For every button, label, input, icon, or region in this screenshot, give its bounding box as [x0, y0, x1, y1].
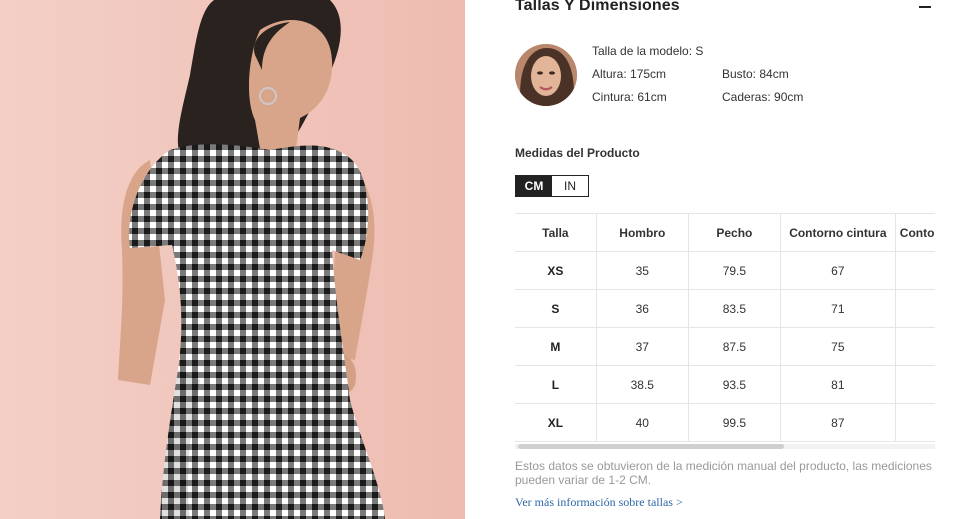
- size-panel: Tallas Y Dimensiones Talla de la modelo:…: [465, 0, 957, 519]
- table-cell: 83.5: [687, 289, 781, 328]
- table-row: L 38.5 93.5 81 97: [515, 365, 935, 404]
- model-avatar: [515, 44, 577, 106]
- table-row: XL 40 99.5 87 103: [515, 403, 935, 442]
- table-cell: 38.5: [595, 365, 689, 404]
- table-cell: 97: [894, 365, 935, 404]
- table-cell: 93.5: [687, 365, 781, 404]
- scrollbar-thumb[interactable]: [518, 444, 784, 449]
- header-contorno-cadera: Contorno cadera: [894, 213, 935, 252]
- table-row: M 37 87.5 75 91: [515, 327, 935, 366]
- product-photo: [0, 0, 465, 519]
- table-cell: 81: [779, 365, 896, 404]
- table-cell: 87.5: [687, 327, 781, 366]
- section-title[interactable]: Tallas Y Dimensiones: [515, 0, 680, 15]
- measurement-note: Estos datos se obtuvieron de la medición…: [515, 459, 932, 487]
- table-cell: 75: [779, 327, 896, 366]
- table-cell: 87: [894, 289, 935, 328]
- table-cell: 99.5: [687, 403, 781, 442]
- unit-in-button[interactable]: IN: [552, 176, 588, 196]
- table-row: XS 35 79.5 67 83: [515, 251, 935, 290]
- table-row: S 36 83.5 71 87: [515, 289, 935, 328]
- table-cell: 40: [595, 403, 689, 442]
- model-waist: Cintura: 61cm: [592, 90, 667, 104]
- table-cell: XL: [515, 403, 597, 442]
- table-cell: M: [515, 327, 597, 366]
- measurements-title: Medidas del Producto: [515, 146, 640, 160]
- table-cell: 67: [779, 251, 896, 290]
- model-size: Talla de la modelo: S: [592, 44, 704, 58]
- table-cell: 36: [595, 289, 689, 328]
- header-talla: Talla: [515, 213, 597, 252]
- header-pecho: Pecho: [687, 213, 781, 252]
- header-hombro: Hombro: [595, 213, 689, 252]
- table-cell: 37: [595, 327, 689, 366]
- table-scrollbar[interactable]: [515, 444, 935, 449]
- size-table: Talla Hombro Pecho Contorno cintura Cont…: [515, 213, 935, 442]
- unit-toggle: CM IN: [515, 175, 589, 197]
- table-cell: 71: [779, 289, 896, 328]
- table-header-row: Talla Hombro Pecho Contorno cintura Cont…: [515, 213, 935, 252]
- table-cell: S: [515, 289, 597, 328]
- minus-icon[interactable]: [919, 6, 931, 8]
- table-cell: 35: [595, 251, 689, 290]
- more-size-info-link[interactable]: Ver más información sobre tallas >: [515, 495, 683, 510]
- table-cell: 103: [894, 403, 935, 442]
- unit-cm-button[interactable]: CM: [516, 176, 552, 196]
- model-height: Altura: 175cm: [592, 67, 667, 81]
- model-bust: Busto: 84cm: [722, 67, 789, 81]
- table-cell: 87: [779, 403, 896, 442]
- table-cell: XS: [515, 251, 597, 290]
- header-contorno-cintura: Contorno cintura: [779, 213, 896, 252]
- model-hips: Caderas: 90cm: [722, 90, 804, 104]
- table-cell: L: [515, 365, 597, 404]
- size-table-scroll[interactable]: Talla Hombro Pecho Contorno cintura Cont…: [515, 213, 935, 443]
- table-cell: 91: [894, 327, 935, 366]
- table-cell: 79.5: [687, 251, 781, 290]
- table-cell: 83: [894, 251, 935, 290]
